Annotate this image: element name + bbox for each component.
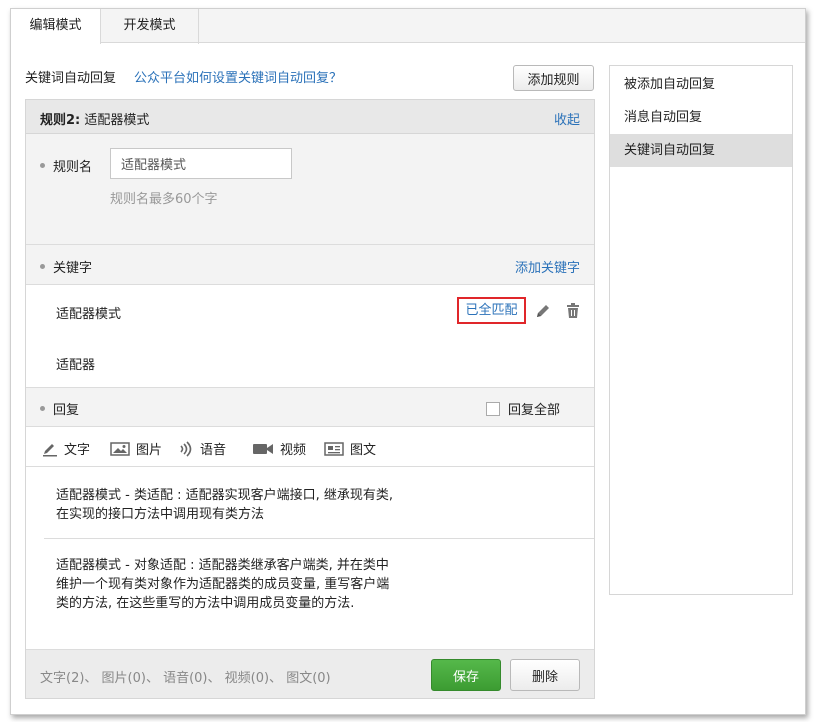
sidebar-item-added-reply[interactable]: 被添加自动回复 [610,68,792,101]
full-match-toggle[interactable]: 已全匹配 [457,297,526,324]
page-title: 关键词自动回复 [25,71,117,86]
reply-counts-summary: 文字(2)、 图片(0)、 语音(0)、 视频(0)、 图文(0) [40,671,331,686]
rule-name-input[interactable] [110,148,292,179]
pencil-icon[interactable] [534,302,552,320]
media-video-label: 视频 [280,443,307,458]
pencil-icon [43,443,57,456]
rule-number: 规则2: [40,113,81,128]
app-window: 编辑模式 开发模式 关键词自动回复 公众平台如何设置关键词自动回复？ 添加规则 … [10,8,806,715]
reply-item[interactable]: 适配器模式 - 对象适配 : 适配器类继承客户端类, 并在类中维护一个现有类对象… [56,556,396,613]
sidebar-item-message-reply[interactable]: 消息自动回复 [610,101,792,134]
reply-section-header: 回复 回复全部 [26,387,594,427]
bullet-dot [40,264,45,269]
reply-all-checkbox[interactable]: 回复全部 [486,399,560,418]
keyword-text: 适配器模式 [56,307,122,322]
keyword-label: 关键字 [40,257,92,276]
add-rule-button[interactable]: 添加规则 [513,65,594,91]
tab-developer-mode[interactable]: 开发模式 [101,9,199,44]
media-type-bar: 文字 图片 语音 视频 图文 [26,427,594,467]
image-icon [110,441,130,456]
media-news-button[interactable]: 图文 [324,439,377,458]
media-text-label: 文字 [64,443,91,458]
reply-item[interactable]: 适配器模式 - 类适配 : 适配器实现客户端接口, 继承现有类, 在实现的接口方… [56,486,396,524]
keyword-section-header: 关键字 添加关键字 [26,245,594,285]
reply-label: 回复 [40,399,79,418]
help-link[interactable]: 公众平台如何设置关键词自动回复？ [134,67,342,86]
tab-edit-mode[interactable]: 编辑模式 [11,9,101,44]
video-camera-icon [253,443,273,454]
rule-name-label-text: 规则名 [53,160,93,175]
media-video-button[interactable]: 视频 [252,439,307,458]
sidebar-item-keyword-reply[interactable]: 关键词自动回复 [610,134,792,167]
reply-label-text: 回复 [53,403,80,418]
keyword-row: 适配器 [26,336,594,387]
voice-icon [180,440,192,457]
rule-name-label: 规则名 [40,156,92,175]
save-button[interactable]: 保存 [431,659,501,691]
collapse-link[interactable]: 收起 [554,109,580,128]
bullet-dot [40,163,45,168]
keyword-row: 适配器模式 已全匹配 [26,285,594,336]
media-voice-label: 语音 [200,443,227,458]
mode-tabbar: 编辑模式 开发模式 [11,9,805,44]
keyword-text: 适配器 [56,358,96,373]
bullet-dot [40,406,45,411]
reply-all-label: 回复全部 [508,403,561,418]
rule-name-hint: 规则名最多60个字 [110,192,218,207]
delete-button[interactable]: 删除 [510,659,580,691]
rule-panel: 规则2: 适配器模式 收起 规则名 规则名最多60个字 关键字 添加关键字 适配… [25,99,595,699]
media-text-button[interactable]: 文字 [42,439,91,458]
media-voice-button[interactable]: 语音 [178,439,227,458]
media-news-label: 图文 [350,443,377,458]
keyword-label-text: 关键字 [53,261,93,276]
news-icon [324,441,344,456]
reply-type-sidebar: 被添加自动回复 消息自动回复 关键词自动回复 [609,65,793,595]
add-keyword-link[interactable]: 添加关键字 [515,257,580,276]
rule-title-name: 适配器模式 [84,113,150,128]
trash-icon[interactable] [564,302,582,320]
reply-divider [44,538,594,539]
checkbox-icon[interactable] [486,401,500,416]
media-image-button[interactable]: 图片 [110,439,163,458]
rule-header: 规则2: 适配器模式 收起 [26,100,594,134]
rule-footer: 文字(2)、 图片(0)、 语音(0)、 视频(0)、 图文(0) 保存 删除 [26,649,594,698]
media-image-label: 图片 [136,443,163,458]
rule-name-section: 规则名 规则名最多60个字 [26,134,594,245]
rule-title: 规则2: 适配器模式 [40,109,149,128]
